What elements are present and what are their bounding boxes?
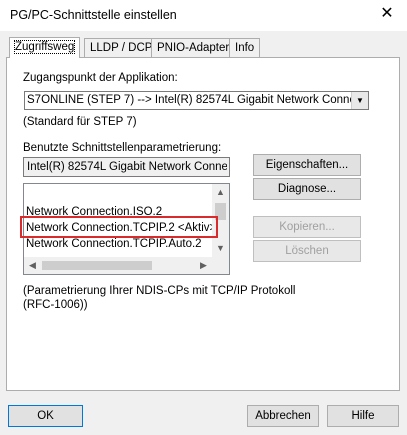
delete-button[interactable]: Löschen <box>253 240 361 262</box>
horizontal-scrollbar[interactable]: ◀ ▶ <box>24 257 212 274</box>
access-point-dropdown[interactable]: S7ONLINE (STEP 7) --> Intel(R) 82574L Gi… <box>24 91 369 110</box>
properties-button[interactable]: Eigenschaften... <box>253 154 361 176</box>
access-point-note: (Standard für STEP 7) <box>23 116 137 128</box>
chevron-down-icon[interactable]: ▼ <box>351 92 368 109</box>
interface-current-field: Intel(R) 82574L Gigabit Network Connecti… <box>23 157 230 177</box>
cancel-button[interactable]: Abbrechen <box>247 405 319 427</box>
list-item[interactable]: Network Connection.TCPIP.Auto.2 <box>26 237 202 252</box>
tab-pnio-adapter[interactable]: PNIO-Adapter <box>151 38 236 57</box>
interface-current-value: Intel(R) 82574L Gigabit Network Connecti… <box>27 161 227 173</box>
diagnose-button[interactable]: Diagnose... <box>253 178 361 200</box>
scroll-up-icon[interactable]: ▲ <box>212 184 229 201</box>
ok-button[interactable]: OK <box>8 405 83 427</box>
scroll-left-icon[interactable]: ◀ <box>24 257 41 274</box>
interface-description: (Parametrierung Ihrer NDIS-CPs mit TCP/I… <box>23 285 296 311</box>
copy-button[interactable]: Kopieren... <box>253 216 361 238</box>
scrollbar-corner <box>212 257 229 274</box>
close-icon[interactable]: ✕ <box>377 4 397 24</box>
tab-zugriffsweg[interactable]: Zugriffsweg <box>9 37 81 58</box>
access-point-label: Zugangspunkt der Applikation: <box>23 72 178 84</box>
interface-label: Benutzte Schnittstellenparametrierung: <box>23 142 222 154</box>
tab-info[interactable]: Info <box>229 38 261 57</box>
title-bar: PG/PC-Schnittstelle einstellen ✕ <box>0 0 407 31</box>
tab-zugriffsweg-label: Zugriffsweg <box>13 40 76 54</box>
help-button[interactable]: Hilfe <box>327 405 399 427</box>
scroll-right-icon[interactable]: ▶ <box>195 257 212 274</box>
scroll-down-icon[interactable]: ▼ <box>212 240 229 257</box>
access-point-value: S7ONLINE (STEP 7) --> Intel(R) 82574L Gi… <box>27 94 352 106</box>
tab-lldp-dcp[interactable]: LLDP / DCP <box>84 38 159 57</box>
window-title: PG/PC-Schnittstelle einstellen <box>10 8 177 22</box>
active-item-highlight <box>20 216 218 238</box>
horizontal-scroll-thumb[interactable] <box>42 261 152 270</box>
